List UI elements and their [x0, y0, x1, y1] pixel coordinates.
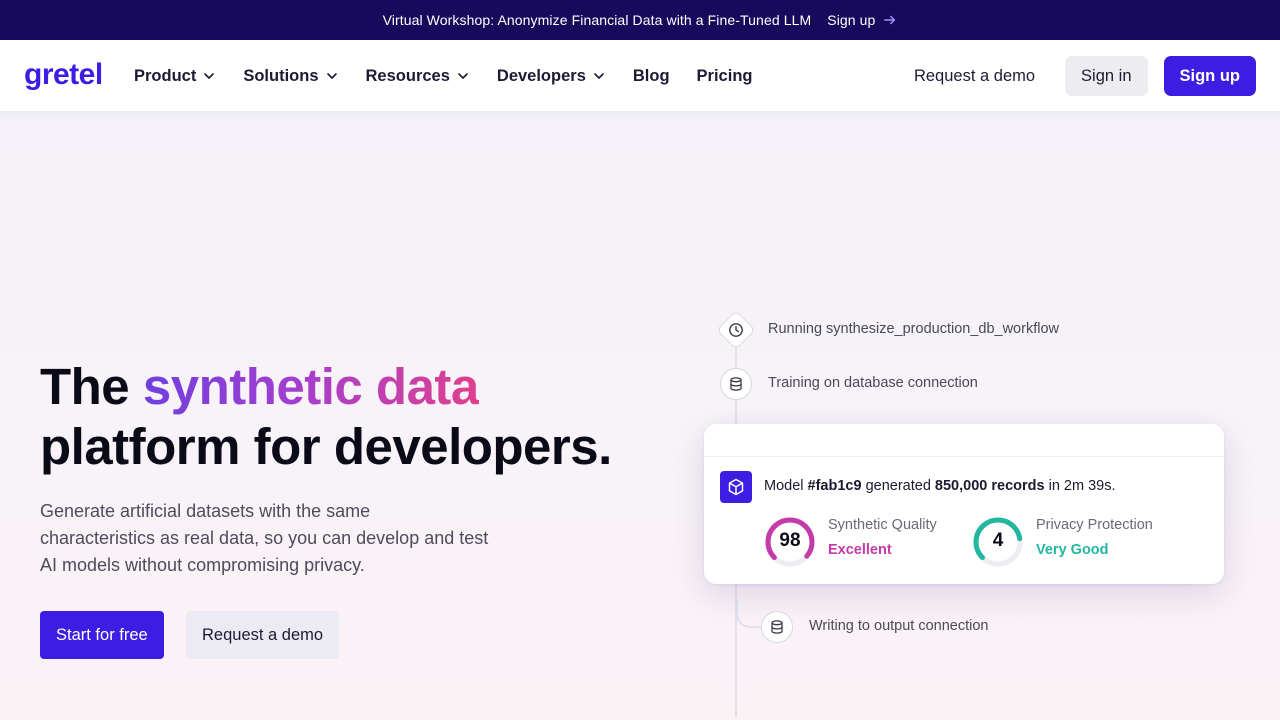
- sign-up-button[interactable]: Sign up: [1163, 56, 1256, 96]
- nav-item-label: Pricing: [696, 66, 753, 85]
- request-demo-link[interactable]: Request a demo: [914, 67, 1035, 86]
- model-result-card: Model #fab1c9 generated 850,000 records …: [704, 424, 1224, 584]
- hero-title: The synthetic data platform for develope…: [40, 357, 640, 477]
- chevron-down-icon: [458, 73, 468, 79]
- record-count: 850,000 records: [934, 478, 1045, 494]
- nav-actions: Request a demo Sign in Sign up: [914, 56, 1256, 96]
- chevron-down-icon: [326, 73, 337, 79]
- nav-menu: Product Solutions Resources Developers B…: [134, 40, 779, 112]
- nav-item-label: Blog: [632, 66, 670, 85]
- nav-item-label: Developers: [496, 66, 586, 85]
- model-summary: Model #fab1c9 generated 850,000 records …: [764, 478, 1116, 494]
- hero-request-demo-button[interactable]: Request a demo: [186, 611, 340, 659]
- model-icon: [720, 471, 752, 503]
- announcement-banner: Virtual Workshop: Anonymize Financial Da…: [0, 0, 1280, 40]
- hero-subtitle: Generate artificial datasets with the sa…: [40, 501, 489, 575]
- banner-message: Virtual Workshop: Anonymize Financial Da…: [382, 12, 812, 28]
- privacy-value: Very Good: [1036, 542, 1109, 558]
- banner-signup-link[interactable]: Sign up: [827, 12, 897, 28]
- sign-in-button[interactable]: Sign in: [1065, 56, 1148, 96]
- privacy-gauge: 4: [972, 516, 1024, 568]
- database-icon: [771, 620, 783, 634]
- cube-icon: [728, 478, 744, 496]
- privacy-label: Privacy Protection: [1036, 517, 1153, 533]
- svg-text:gretel: gretel: [24, 58, 103, 91]
- hero-title-rest: platform for developers.: [40, 418, 612, 475]
- gretel-logo[interactable]: gretel: [24, 58, 106, 94]
- start-for-free-button[interactable]: Start for free: [40, 611, 164, 659]
- quality-label: Synthetic Quality: [828, 517, 937, 533]
- summary-prefix: Model: [764, 478, 804, 494]
- workflow-step-running: Running synthesize_production_db_workflo…: [768, 321, 1059, 337]
- quality-value: Excellent: [828, 542, 892, 558]
- workflow-step-writing: Writing to output connection: [809, 618, 989, 634]
- nav-item-pricing[interactable]: Pricing: [697, 67, 753, 86]
- workflow-step-training: Training on database connection: [768, 375, 978, 391]
- nav-item-label: Product: [134, 66, 197, 85]
- model-id: #fab1c9: [807, 478, 862, 494]
- hero-title-lead: The: [40, 358, 130, 415]
- chevron-down-icon: [204, 73, 215, 79]
- nav-item-resources[interactable]: Resources: [366, 67, 470, 86]
- summary-middle: generated: [865, 478, 931, 494]
- clock-icon: [729, 323, 743, 337]
- nav-item-label: Resources: [365, 66, 450, 85]
- nav-item-blog[interactable]: Blog: [633, 67, 670, 86]
- synthetic-quality-metric: 98 Synthetic Quality Excellent: [764, 516, 937, 568]
- nav-item-solutions[interactable]: Solutions: [243, 67, 338, 86]
- privacy-protection-metric: 4 Privacy Protection Very Good: [972, 516, 1153, 568]
- chevron-down-icon: [594, 73, 604, 79]
- workflow-step-icon: [716, 310, 756, 350]
- workflow-step-icon: [720, 368, 752, 400]
- privacy-score: 4: [992, 530, 1004, 551]
- summary-suffix: in 2m 39s.: [1048, 478, 1116, 494]
- arrow-right-icon: [884, 15, 896, 25]
- nav-item-developers[interactable]: Developers: [497, 67, 606, 86]
- hero-title-highlight: synthetic data: [142, 358, 479, 415]
- quality-score: 98: [779, 530, 801, 551]
- workflow-step-icon: [761, 611, 793, 643]
- nav-item-product[interactable]: Product: [134, 67, 216, 86]
- main-nav: gretel Product Solutions Resources Devel…: [0, 40, 1280, 112]
- quality-gauge: 98: [764, 516, 816, 568]
- banner-signup-label: Sign up: [827, 12, 876, 28]
- card-divider: [704, 456, 1224, 457]
- nav-item-label: Solutions: [243, 66, 319, 85]
- database-icon: [730, 377, 742, 391]
